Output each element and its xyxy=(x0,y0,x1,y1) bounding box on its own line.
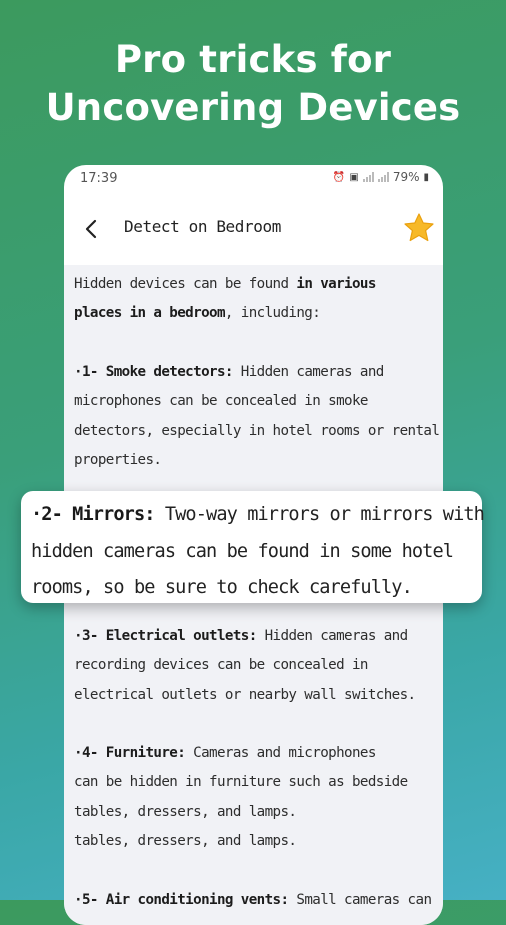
screen-title: Detect on Bedroom xyxy=(124,217,281,236)
item-title: ·4- Furniture: xyxy=(74,745,186,761)
status-icons: ⏰ ▣ 79% ▮ xyxy=(333,170,429,184)
status-time: 17:39 xyxy=(80,171,118,186)
headline-line-1: Pro tricks for xyxy=(114,38,392,81)
item-title: ·5- Air conditioning vents: xyxy=(74,892,289,908)
back-arrow-icon[interactable] xyxy=(82,217,102,241)
vibrate-icon: ▣ xyxy=(349,171,359,183)
signal-2-icon xyxy=(377,172,389,182)
list-item-electrical-outlets: ·3- Electrical outlets: Hidden cameras a… xyxy=(74,628,416,703)
status-bar: 17:39 ⏰ ▣ 79% ▮ xyxy=(64,165,443,193)
promo-headline: Pro tricks for Uncovering Devices xyxy=(0,36,506,132)
battery-level: 79% xyxy=(392,170,420,184)
signal-icon xyxy=(362,172,374,182)
battery-icon: ▮ xyxy=(423,171,429,183)
item-title: ·3- Electrical outlets: xyxy=(74,628,257,644)
callout-text: ·2- Mirrors: Two-way mirrors or mirrors … xyxy=(31,504,485,598)
callout-title: ·2- Mirrors: xyxy=(31,504,155,525)
highlight-callout-mirrors: ·2- Mirrors: Two-way mirrors or mirrors … xyxy=(21,491,485,603)
list-item-smoke-detectors: ·1- Smoke detectors: Hidden cameras and … xyxy=(74,364,440,469)
list-item-furniture: ·4- Furniture: Cameras and microphones c… xyxy=(74,745,408,850)
app-bar: Detect on Bedroom xyxy=(64,193,443,265)
list-item-air-conditioning-vents: ·5- Air conditioning vents: Small camera… xyxy=(74,892,432,908)
item-title: ·1- Smoke detectors: xyxy=(74,364,233,380)
headline-line-2: Uncovering Devices xyxy=(45,86,461,129)
intro-paragraph: Hidden devices can be found in various p… xyxy=(74,270,434,329)
favorite-star-icon[interactable] xyxy=(403,212,435,244)
alarm-icon: ⏰ xyxy=(332,171,346,183)
intro-line-2: places in a bedroom, including: xyxy=(74,305,321,322)
intro-line-1: Hidden devices can be found in various xyxy=(74,276,376,292)
